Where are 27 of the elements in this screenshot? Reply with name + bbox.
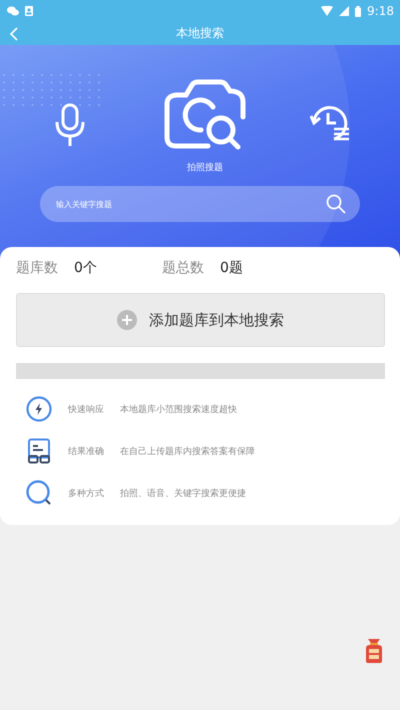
back-icon[interactable] — [10, 27, 18, 41]
feature-title: 快速响应 — [68, 404, 105, 416]
stat-value: 0个 — [74, 259, 97, 277]
signal-icon — [339, 6, 350, 16]
add-bank-button[interactable]: 添加题库到本地搜索 — [16, 293, 385, 347]
feature-title: 结果准确 — [68, 446, 105, 458]
chat-icon — [7, 6, 19, 16]
status-time: 9:18 — [367, 4, 394, 18]
history-button[interactable] — [310, 103, 350, 143]
feature-description: 在自己上传题库内搜索答案有保障 — [120, 445, 255, 458]
lightning-icon — [26, 396, 52, 422]
microphone-button[interactable] — [54, 103, 86, 147]
battery-icon — [355, 6, 362, 16]
stat-label: 题库数 — [16, 259, 58, 277]
feature-description: 本地题库小范围搜索速度超快 — [120, 404, 237, 416]
photo-search-button[interactable]: 拍照搜题 — [164, 75, 246, 174]
stat-label: 题总数 — [162, 259, 204, 277]
page-title: 本地搜索 — [176, 25, 224, 42]
feature-title: 多种方式 — [68, 488, 105, 500]
stat-value: 0题 — [220, 259, 243, 277]
document-icon — [26, 438, 52, 464]
contact-icon — [25, 6, 33, 16]
wifi-icon — [321, 6, 334, 16]
feature-description: 拍照、语音、关键字搜索更便捷 — [120, 488, 246, 500]
search-icon[interactable] — [326, 194, 346, 214]
magnifier-icon — [26, 480, 52, 506]
plus-icon — [117, 310, 137, 330]
